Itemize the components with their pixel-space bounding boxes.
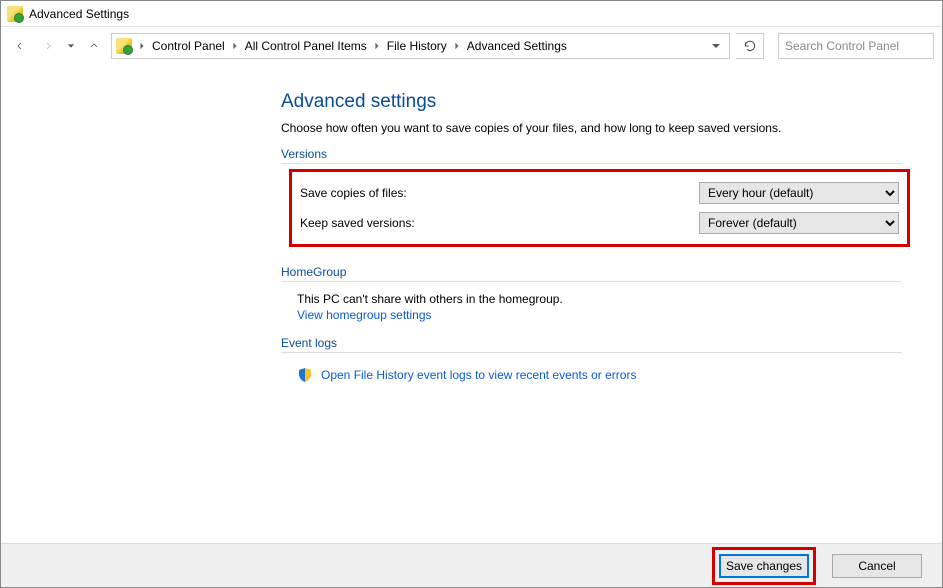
arrow-right-icon [43, 39, 53, 53]
save-copies-select[interactable]: Every hour (default) [699, 182, 899, 204]
back-button[interactable] [9, 35, 31, 57]
forward-button[interactable] [37, 35, 59, 57]
chevron-down-icon [711, 41, 721, 51]
section-eventlogs-body: Open File History event logs to view rec… [281, 355, 902, 389]
keep-versions-select[interactable]: Forever (default) [699, 212, 899, 234]
chevron-down-icon [67, 42, 75, 50]
page-title: Advanced settings [281, 91, 902, 113]
cancel-button[interactable]: Cancel [832, 554, 922, 578]
breadcrumb-control-panel[interactable]: Control Panel [148, 39, 229, 53]
eventlogs-link[interactable]: Open File History event logs to view rec… [321, 368, 636, 382]
chevron-right-icon[interactable] [373, 42, 381, 50]
app-icon [7, 6, 23, 22]
page-subtitle: Choose how often you want to save copies… [281, 121, 902, 135]
footer-bar: Save changes Cancel [1, 543, 942, 587]
refresh-icon [743, 39, 757, 53]
window-title: Advanced Settings [29, 7, 129, 21]
arrow-left-icon [15, 39, 25, 53]
section-versions-heading: Versions [281, 147, 902, 164]
homegroup-text: This PC can't share with others in the h… [297, 292, 902, 306]
nav-row: Control Panel All Control Panel Items Fi… [1, 27, 942, 65]
address-dropdown[interactable] [707, 34, 725, 58]
section-homegroup-heading: HomeGroup [281, 265, 902, 282]
keep-versions-label: Keep saved versions: [300, 216, 699, 230]
section-eventlogs-heading: Event logs [281, 336, 902, 353]
refresh-button[interactable] [736, 33, 764, 59]
highlight-box-save: Save changes [712, 547, 816, 585]
eventlogs-row: Open File History event logs to view rec… [297, 367, 902, 383]
location-icon [116, 38, 132, 54]
up-button[interactable] [83, 35, 105, 57]
title-bar: Advanced Settings [1, 1, 942, 27]
chevron-right-icon[interactable] [138, 42, 146, 50]
breadcrumb-advanced-settings[interactable]: Advanced Settings [463, 39, 571, 53]
row-save-copies: Save copies of files: Every hour (defaul… [300, 178, 899, 208]
section-homegroup-body: This PC can't share with others in the h… [281, 284, 902, 328]
save-button[interactable]: Save changes [719, 554, 809, 578]
content-area: Advanced settings Choose how often you w… [1, 65, 942, 389]
chevron-right-icon[interactable] [231, 42, 239, 50]
homegroup-link[interactable]: View homegroup settings [297, 308, 902, 322]
row-keep-versions: Keep saved versions: Forever (default) [300, 208, 899, 238]
arrow-up-icon [89, 39, 99, 53]
search-input[interactable] [778, 33, 934, 59]
section-versions-body: Save copies of files: Every hour (defaul… [281, 166, 902, 257]
save-copies-label: Save copies of files: [300, 186, 699, 200]
shield-icon [297, 367, 313, 383]
chevron-right-icon[interactable] [453, 42, 461, 50]
breadcrumb-file-history[interactable]: File History [383, 39, 451, 53]
history-dropdown[interactable] [65, 35, 77, 57]
address-bar[interactable]: Control Panel All Control Panel Items Fi… [111, 33, 730, 59]
highlight-box: Save copies of files: Every hour (defaul… [289, 169, 910, 247]
breadcrumb-all-items[interactable]: All Control Panel Items [241, 39, 371, 53]
